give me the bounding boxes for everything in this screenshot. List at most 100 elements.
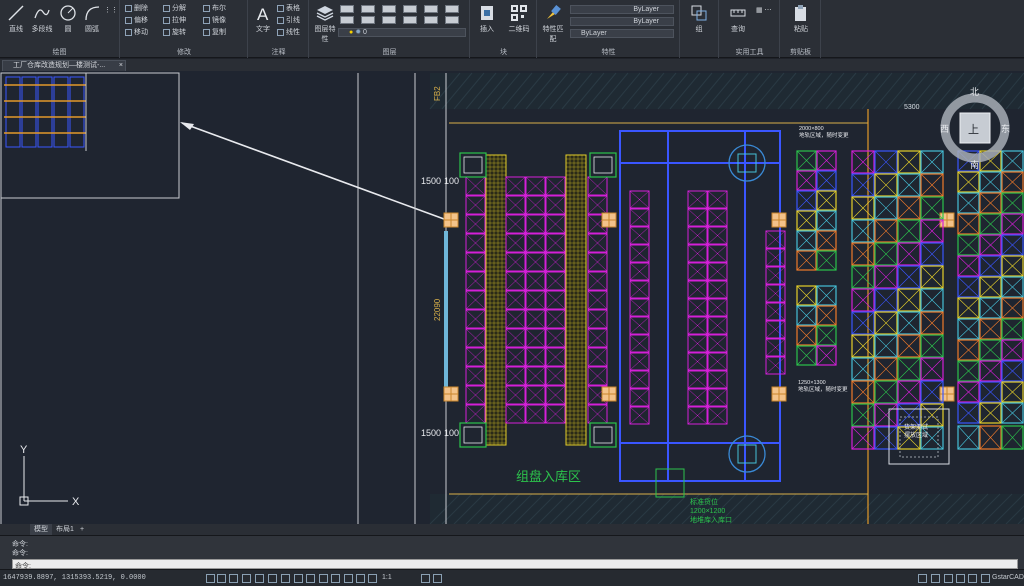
layer-state-icon[interactable] <box>340 5 354 13</box>
cad-drawing[interactable]: 组盘入库区 5300 1500 100 1500 100 FB2 22090 2… <box>0 71 1024 524</box>
status-toggle-icon[interactable] <box>268 574 277 583</box>
viewcube-east[interactable]: 东 <box>1001 123 1010 134</box>
insert-tool[interactable]: 插入 <box>475 4 499 34</box>
document-tab-bar: 工厂仓库改造规划—楼测试-... × <box>0 59 1024 71</box>
status-toggle-icon[interactable] <box>918 574 927 583</box>
annotation-scale[interactable]: 1:1 <box>382 574 392 581</box>
layer-state-icon[interactable] <box>361 16 375 24</box>
tab-model[interactable]: 模型 <box>30 524 52 535</box>
copy-tool[interactable]: 复制 <box>203 28 226 38</box>
command-input[interactable]: 命令: <box>12 559 1018 570</box>
svg-text:A: A <box>257 5 269 22</box>
layer-state-icon[interactable] <box>403 16 417 24</box>
layer-state-icon[interactable] <box>445 5 459 13</box>
line-tool[interactable]: 直线 <box>4 4 28 34</box>
color-dropdown[interactable]: ByLayer <box>570 5 674 14</box>
viewcube-top-face[interactable]: 上 <box>968 123 979 136</box>
layer-state-icon[interactable] <box>424 16 438 24</box>
layer-state-icon[interactable] <box>445 16 459 24</box>
status-toggle-icon[interactable] <box>294 574 303 583</box>
status-toggle-icon[interactable] <box>319 574 328 583</box>
status-toggle-icon[interactable] <box>956 574 965 583</box>
status-toggle-icon[interactable] <box>356 574 365 583</box>
mirror-icon <box>203 16 210 24</box>
status-toggle-icon[interactable] <box>217 574 226 583</box>
linear-dim-tool[interactable]: 线性 <box>277 28 300 38</box>
viewcube-north[interactable]: 北 <box>970 87 979 97</box>
qrcode-tool[interactable]: 二维码 <box>505 4 533 34</box>
status-toggle-icon[interactable] <box>281 574 290 583</box>
rotate-tool[interactable]: 旋转 <box>163 28 186 38</box>
status-toggle-icon[interactable] <box>368 574 377 583</box>
status-toggle-icon[interactable] <box>306 574 315 583</box>
polyline-tool[interactable]: 多段线 <box>29 4 55 34</box>
status-toggle-icon[interactable] <box>931 574 940 583</box>
layer-properties-tool[interactable]: 图层特性 <box>312 4 338 44</box>
rack-note: 地轨区域，随时变更 <box>799 131 849 139</box>
status-toggle-icon[interactable] <box>331 574 340 583</box>
close-icon[interactable]: × <box>119 61 123 71</box>
door-opening <box>444 231 448 391</box>
status-toggle-icon[interactable] <box>968 574 977 583</box>
layer-state-icon[interactable] <box>424 5 438 13</box>
status-toggle-icon[interactable] <box>944 574 953 583</box>
status-toggle-icon[interactable] <box>206 574 215 583</box>
text-tool[interactable]: A 文字 <box>251 4 275 34</box>
status-toggle-icon[interactable] <box>433 574 442 583</box>
match-properties-tool[interactable]: 特性匹配 <box>540 4 566 44</box>
paste-tool[interactable]: 粘贴 <box>789 4 813 34</box>
inset-rack-column <box>5 76 21 148</box>
station-inner <box>593 426 613 444</box>
inset-rack-column <box>69 76 85 148</box>
viewcube-west[interactable]: 西 <box>940 124 949 134</box>
dimension-text: 1500 <box>421 176 441 186</box>
tab-add-layout[interactable]: + <box>76 524 88 535</box>
layer-state-icon[interactable] <box>382 5 396 13</box>
mirror-tool[interactable]: 镜像 <box>203 16 226 26</box>
status-toggle-icon[interactable] <box>421 574 430 583</box>
lineweight-dropdown[interactable]: ByLayer <box>570 29 674 38</box>
circle-tool[interactable]: 圆 <box>56 4 80 34</box>
draw-more-icon[interactable]: ⋮⋮ <box>104 6 118 16</box>
text-a-icon: A <box>257 5 269 22</box>
explode-tool[interactable]: 分解 <box>163 4 186 14</box>
layer-state-icon[interactable] <box>340 16 354 24</box>
status-toggle-icon[interactable] <box>229 574 238 583</box>
offset-tool[interactable]: 偏移 <box>125 16 148 26</box>
svg-text:Y: Y <box>20 444 28 456</box>
test-area-label: 货架测试 <box>904 423 928 431</box>
layer-state-icon[interactable] <box>382 16 396 24</box>
leader-arrow-line <box>181 122 445 220</box>
status-toggle-icon[interactable] <box>255 574 264 583</box>
table-tool[interactable]: 表格 <box>277 4 300 14</box>
move-tool[interactable]: 移动 <box>125 28 148 38</box>
boolean-tool[interactable]: 布尔 <box>203 4 226 14</box>
status-toggle-icon[interactable] <box>981 574 990 583</box>
dimension-text-vertical: FB2 <box>433 86 442 101</box>
colored-rack-area <box>796 150 1024 450</box>
group-layers: 图层特性 ● ✹ 0 图层 <box>310 0 470 58</box>
viewcube-south[interactable]: 南 <box>970 159 979 170</box>
status-toggle-icon[interactable] <box>242 574 251 583</box>
query-tool[interactable]: 查询 <box>726 4 750 34</box>
inset-viewport <box>0 72 180 199</box>
group-tool[interactable]: 组 <box>687 4 711 34</box>
layer-state-icon[interactable] <box>361 5 375 13</box>
status-toggle-icon[interactable] <box>344 574 353 583</box>
drawing-canvas[interactable]: 组盘入库区 5300 1500 100 1500 100 FB2 22090 2… <box>0 71 1024 524</box>
move-icon <box>125 28 132 36</box>
utility-more-icon[interactable]: ▦ ⋯ <box>756 6 772 16</box>
layer-state-icon[interactable] <box>403 5 417 13</box>
document-tab[interactable]: 工厂仓库改造规划—楼测试-... × <box>2 60 126 71</box>
station-inner <box>463 156 483 174</box>
tab-layout1[interactable]: 布局1 <box>52 524 78 535</box>
polyline-icon <box>34 9 50 19</box>
layer-dropdown[interactable]: ● ✹ 0 <box>338 28 466 37</box>
stretch-tool[interactable]: 拉伸 <box>163 16 186 26</box>
leader-tool[interactable]: 引线 <box>277 16 300 26</box>
linetype-dropdown[interactable]: ByLayer <box>570 17 674 26</box>
status-bar: 1647939.8897, 1315393.5219, 0.0000 1:1 G… <box>0 569 1024 586</box>
layout-tab-bar: 模型 布局1 + <box>0 524 1024 535</box>
erase-tool[interactable]: 删除 <box>125 4 148 14</box>
arc-tool[interactable]: 圆弧 <box>80 4 104 34</box>
